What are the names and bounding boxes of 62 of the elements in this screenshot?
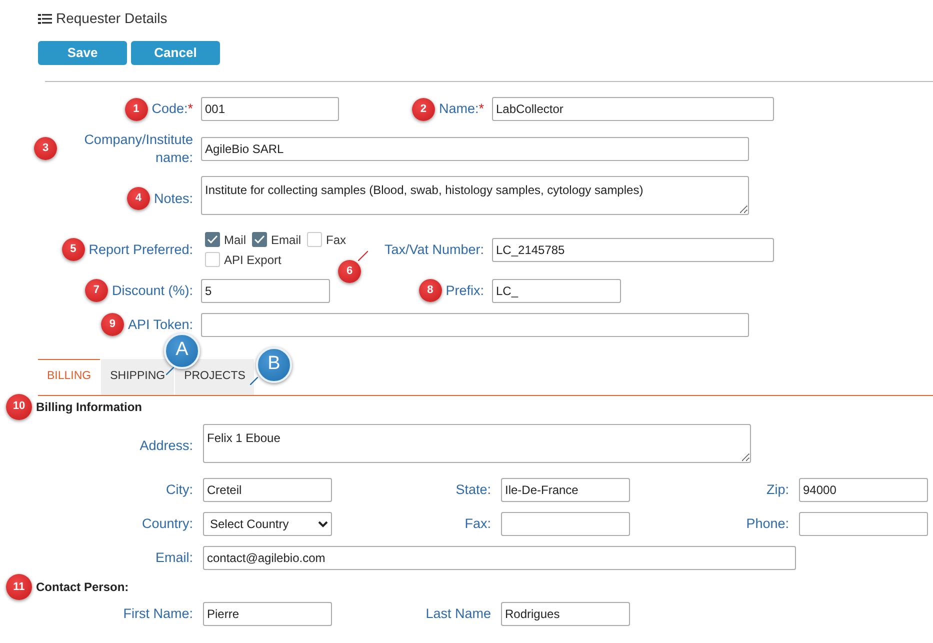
input-field[interactable]: LabCollector <box>492 97 774 121</box>
input-field[interactable]: Pierre <box>203 602 332 626</box>
callout-marker: 3 <box>34 137 57 160</box>
select-field[interactable]: Select Country <box>203 512 332 536</box>
checkbox[interactable] <box>252 232 268 248</box>
input-field[interactable]: LC_ <box>492 278 621 303</box>
leader-line <box>166 366 174 375</box>
field-label: First Name: <box>123 605 193 623</box>
callout-marker: 6 <box>338 260 361 283</box>
checkbox-label: Fax <box>326 232 346 249</box>
tab[interactable]: SHIPPING <box>101 358 174 395</box>
field-label: Country: <box>142 515 193 533</box>
field-label: Discount (%): <box>112 282 193 300</box>
input-field[interactable]: AgileBio SARL <box>201 136 749 161</box>
callout-marker: 1 <box>124 98 148 120</box>
callout-marker: 7 <box>84 279 108 302</box>
field-label: Zip: <box>766 481 789 499</box>
leader-line <box>358 250 368 261</box>
input-field[interactable]: Ile-De-France <box>501 478 630 502</box>
page-title: Requester Details <box>56 9 168 28</box>
section-heading: Billing Information <box>36 398 142 416</box>
input-field[interactable]: Rodrigues <box>501 602 630 626</box>
field-label: City: <box>166 481 193 499</box>
tab[interactable]: PROJECTS <box>175 358 254 395</box>
field-label: Fax: <box>464 515 491 533</box>
field-label: Address: <box>140 437 193 455</box>
field-label: Company/Institute name: <box>83 131 193 166</box>
section-heading: Contact Person: <box>36 579 129 596</box>
callout-marker: B <box>256 346 292 383</box>
input-field[interactable]: LC_2145785 <box>492 238 774 262</box>
input-field[interactable]: contact@agilebio.com <box>203 546 796 570</box>
callout-marker: 5 <box>62 238 85 262</box>
text-area[interactable]: Institute for collecting samples (Blood, swab, histology samples, cytology samples) <box>201 176 749 216</box>
text-area[interactable]: Felix 1 Eboue <box>203 424 751 463</box>
callout-marker: 9 <box>100 313 124 336</box>
callout-marker: 2 <box>412 98 435 120</box>
callout-marker: 10 <box>6 394 32 420</box>
input-field[interactable]: Creteil <box>203 478 332 502</box>
input-field[interactable]: 001 <box>201 97 339 121</box>
field-label: Last Name <box>426 605 491 623</box>
field-label: Name:* <box>438 100 484 118</box>
checkbox[interactable] <box>205 232 220 248</box>
field-label: Phone: <box>746 515 789 533</box>
field-label: Code:* <box>152 100 193 118</box>
field-label: Prefix: <box>446 282 484 300</box>
checkbox-label: Email <box>271 232 302 249</box>
field-label: Notes: <box>154 190 193 208</box>
field-label: State: <box>456 481 491 499</box>
callout-marker: 4 <box>126 186 150 210</box>
field-label: API Token: <box>128 316 193 334</box>
field-label: Report Preferred: <box>88 240 193 258</box>
leader-line <box>250 376 258 385</box>
input-field[interactable]: 5 <box>201 278 330 303</box>
list-icon <box>38 12 52 24</box>
checkbox-label: Mail <box>224 232 246 249</box>
callout-marker: 11 <box>6 574 32 600</box>
checkbox-label: API Export <box>224 252 282 269</box>
field-label: Email: <box>155 549 193 567</box>
callout-marker: 8 <box>418 279 442 302</box>
input-field[interactable]: 94000 <box>799 478 928 502</box>
callout-marker: A <box>164 332 200 369</box>
field-label: Tax/Vat Number: <box>384 240 484 258</box>
